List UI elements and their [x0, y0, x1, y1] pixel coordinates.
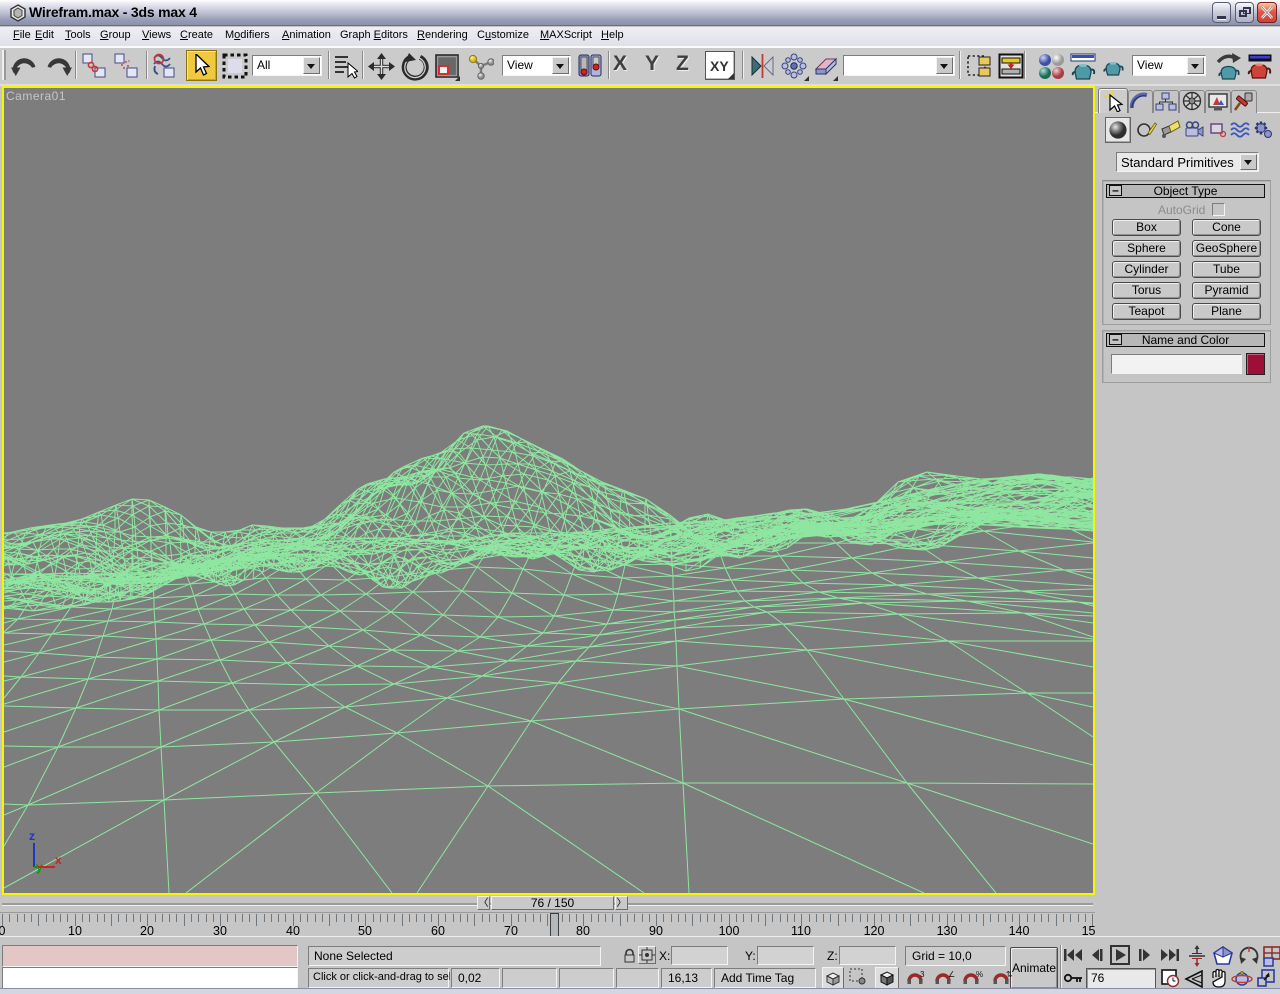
svg-text:∠: ∠	[948, 970, 955, 979]
svg-text:%: %	[976, 970, 983, 979]
svg-text:3: 3	[920, 970, 925, 979]
svg-text:x: x	[55, 853, 62, 867]
svg-text:z: z	[29, 829, 35, 843]
svg-text:⇅: ⇅	[1006, 970, 1013, 979]
